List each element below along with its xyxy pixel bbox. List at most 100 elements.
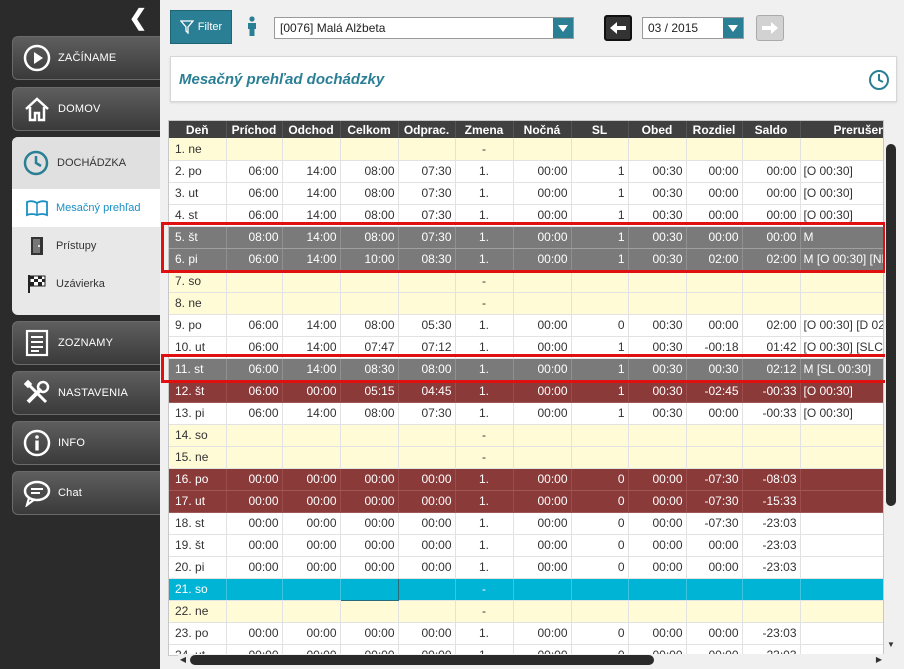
column-header[interactable]: Prerušenia — [800, 121, 883, 138]
table-cell — [398, 270, 456, 293]
table-row[interactable]: 19. št 00:00 00:00 00:00 00:00 1. 00:00 0 00:00 0… — [169, 534, 883, 557]
table-cell — [686, 270, 743, 293]
scroll-left-icon[interactable]: ◀ — [178, 655, 188, 665]
column-header[interactable]: Nočná — [513, 121, 572, 138]
table-cell: 06:00 — [226, 182, 283, 205]
table-cell: 00:00 — [742, 226, 801, 249]
table-row[interactable]: 5. št 08:00 14:00 08:00 07:30 1. 00:00 1 00:30 00… — [169, 226, 883, 249]
table-row[interactable]: 12. št 06:00 00:00 05:15 04:45 1. 00:00 1 00:30-… — [169, 380, 883, 403]
table-row[interactable]: 11. st 06:00 14:00 08:30 08:00 1. 00:00 1 00:30 0… — [169, 358, 883, 381]
scroll-thumb[interactable] — [190, 655, 654, 665]
column-header[interactable]: Zmena — [455, 121, 514, 138]
subnav-pristupy[interactable]: Prístupy — [12, 227, 160, 265]
table-cell — [226, 600, 283, 623]
table-row[interactable]: 1. ne - — [169, 138, 883, 161]
table-cell: 00:00 — [340, 556, 399, 579]
clock-icon[interactable] — [868, 69, 890, 94]
table-cell: 06:00 — [226, 248, 283, 271]
table-cell: 22. ne — [169, 600, 227, 623]
dochadzka-group: DOCHÁDZKA Mesačný prehľad Prístupy Uzávi… — [12, 137, 160, 315]
table-cell — [340, 446, 399, 469]
table-cell: 1. — [455, 226, 514, 249]
table-row[interactable]: 22. ne - — [169, 600, 883, 623]
table-cell: 08:00 — [340, 160, 399, 183]
filter-button[interactable]: Filter — [170, 10, 232, 44]
next-month-button[interactable] — [756, 15, 784, 41]
scroll-thumb[interactable] — [886, 144, 896, 506]
table-row[interactable]: 8. ne - — [169, 292, 883, 315]
table-cell: 14:00 — [282, 160, 341, 183]
table-cell — [571, 424, 629, 447]
table-cell — [282, 578, 341, 601]
chat-bubble-icon — [22, 478, 52, 508]
table-row[interactable]: 10. ut 06:00 14:00 07:47 07:12 1. 00:00 1 00:30-… — [169, 336, 883, 359]
vertical-scrollbar[interactable]: ▲ ▼ — [885, 142, 897, 650]
column-header[interactable]: Odprac. — [398, 121, 456, 138]
table-row[interactable]: 3. ut 06:00 14:00 08:00 07:30 1. 00:00 1 00:30 00… — [169, 182, 883, 205]
table-cell — [628, 424, 687, 447]
table-cell: 00:00 — [686, 182, 743, 205]
table-cell: 06:00 — [226, 380, 283, 403]
table-row[interactable]: 15. ne - — [169, 446, 883, 469]
scroll-down-icon[interactable]: ▼ — [886, 640, 896, 650]
table-row[interactable]: 6. pi 06:00 14:00 10:00 08:30 1. 00:00 1 00:30 02… — [169, 248, 883, 271]
column-header[interactable]: Obed — [628, 121, 687, 138]
column-header[interactable]: Deň — [169, 121, 227, 138]
column-header[interactable]: Rozdiel — [686, 121, 743, 138]
table-cell — [398, 578, 456, 601]
scroll-right-icon[interactable]: ▶ — [874, 655, 884, 665]
table-row[interactable]: 9. po 06:00 14:00 08:00 05:30 1. 00:00 0 00:30 00… — [169, 314, 883, 337]
table-cell: 00:00 — [513, 380, 572, 403]
chevron-down-icon[interactable] — [553, 18, 573, 38]
previous-month-button[interactable] — [604, 15, 632, 41]
column-header[interactable]: SL — [571, 121, 629, 138]
nav-chat-button[interactable]: Chat — [12, 471, 160, 515]
table-cell — [571, 292, 629, 315]
table-cell: -23:03 — [742, 556, 801, 579]
table-cell: 00:00 — [513, 358, 572, 381]
table-row[interactable]: 4. st 06:00 14:00 08:00 07:30 1. 00:00 1 00:30 00… — [169, 204, 883, 227]
nav-nastavenia-button[interactable]: NASTAVENIA — [12, 371, 160, 415]
table-row[interactable]: 20. pi 00:00 00:00 00:00 00:00 1. 00:00 0 00:00 0… — [169, 556, 883, 579]
table-cell: -00:33 — [742, 402, 801, 425]
table-row[interactable]: 23. po 00:00 00:00 00:00 00:00 1. 00:00 0 00:00 0… — [169, 622, 883, 645]
table-row[interactable]: 7. so - — [169, 270, 883, 293]
nav-zaciname-button[interactable]: ZAČÍNAME — [12, 36, 160, 80]
table-cell: 00:00 — [226, 534, 283, 557]
main-area: Filter [0076] Malá Alžbeta 03 / 2015 Mes… — [160, 0, 904, 669]
table-row[interactable]: 17. ut 00:00 00:00 00:00 00:00 1. 00:00 0 00:00-… — [169, 490, 883, 513]
nav-domov-button[interactable]: DOMOV — [12, 87, 160, 131]
table-row[interactable]: 16. po 00:00 00:00 00:00 00:00 1. 00:00 0 00:00-… — [169, 468, 883, 491]
table-cell: 00:00 — [340, 622, 399, 645]
column-header[interactable]: Odchod — [282, 121, 341, 138]
column-header[interactable]: Celkom — [340, 121, 399, 138]
table-cell: 00:00 — [513, 512, 572, 535]
attendance-table: Deň Príchod Odchod Celkom Odprac. Zmena Nočná S… — [169, 121, 883, 655]
chevron-left-icon[interactable]: ❮ — [126, 6, 150, 30]
horizontal-scrollbar[interactable]: ◀ ▶ — [178, 654, 884, 666]
table-cell: 1. — [455, 468, 514, 491]
column-header[interactable]: Saldo — [742, 121, 801, 138]
nav-dochadzka-button[interactable]: DOCHÁDZKA — [12, 137, 160, 189]
subnav-uzavierka[interactable]: Uzávierka — [12, 265, 160, 303]
employee-select[interactable]: [0076] Malá Alžbeta — [274, 17, 574, 39]
table-cell — [628, 270, 687, 293]
table-row[interactable]: 14. so - — [169, 424, 883, 447]
table-cell: 00:00 — [513, 534, 572, 557]
subnav-mesacny-prehlad[interactable]: Mesačný prehľad — [12, 189, 160, 227]
column-header[interactable]: Príchod — [226, 121, 283, 138]
nav-zoznamy-button[interactable]: ZOZNAMY — [12, 321, 160, 365]
month-select[interactable]: 03 / 2015 — [642, 17, 744, 39]
table-row[interactable]: 21. so - — [169, 577, 883, 601]
table-cell: 08:30 — [340, 358, 399, 381]
nav-info-button[interactable]: INFO — [12, 421, 160, 465]
table-cell: - — [455, 578, 514, 601]
chevron-down-icon[interactable] — [723, 18, 743, 38]
table-cell: 07:30 — [398, 402, 456, 425]
table-row[interactable]: 2. po 06:00 14:00 08:00 07:30 1. 00:00 1 00:30 00… — [169, 160, 883, 183]
info-icon — [22, 428, 52, 458]
table-row[interactable]: 18. st 00:00 00:00 00:00 00:00 1. 00:00 0 00:00-… — [169, 512, 883, 535]
table-cell — [340, 600, 399, 623]
table-row[interactable]: 13. pi 06:00 14:00 08:00 07:30 1. 00:00 1 00:30 0… — [169, 402, 883, 425]
table-cell — [800, 512, 883, 535]
